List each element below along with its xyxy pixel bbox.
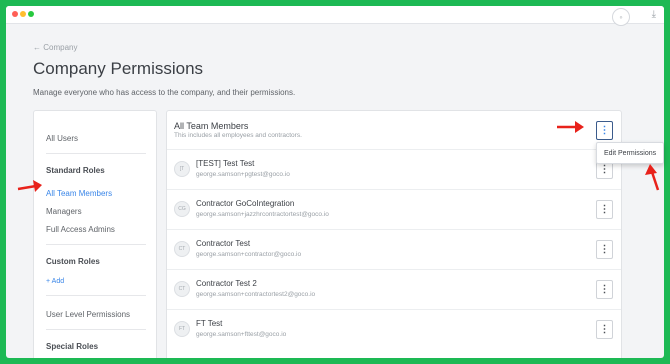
sidebar-item-managers[interactable]: Managers — [46, 207, 82, 216]
role-options-menu: Edit Permissions — [596, 142, 664, 164]
member-name: Contractor Test 2 — [196, 279, 257, 288]
member-row[interactable]: [T [TEST] Test Test george.samson+pgtest… — [167, 149, 621, 189]
avatar: FT — [174, 321, 190, 337]
member-options-button[interactable]: ⋮ — [596, 240, 613, 259]
avatar: CT — [174, 281, 190, 297]
standard-roles-heading: Standard Roles — [46, 166, 105, 175]
member-row[interactable]: CT Contractor Test george.samson+contrac… — [167, 229, 621, 269]
app-window: ◦ ⤓ ← Company Company Permissions Manage… — [6, 6, 664, 358]
member-email: george.samson+pgtest@goco.io — [196, 171, 290, 178]
sidebar-item-full-access-admins[interactable]: Full Access Admins — [46, 225, 115, 234]
custom-roles-heading: Custom Roles — [46, 257, 100, 266]
page-title: Company Permissions — [33, 59, 204, 78]
member-email: george.samson+contractortest2@goco.io — [196, 291, 316, 298]
member-name: Contractor Test — [196, 239, 251, 248]
download-icon[interactable]: ⤓ — [652, 9, 656, 20]
member-options-button[interactable]: ⋮ — [596, 320, 613, 339]
panel-title: All Team Members — [174, 121, 249, 131]
member-row[interactable]: CG Contractor GoCoIntegration george.sam… — [167, 189, 621, 229]
user-avatar-icon[interactable]: ◦ — [612, 8, 630, 26]
member-email: george.samson+fttest@goco.io — [196, 331, 287, 338]
member-name: Contractor GoCoIntegration — [196, 199, 295, 208]
divider — [46, 153, 146, 154]
member-row[interactable]: FT FT Test george.samson+fttest@goco.io … — [167, 309, 621, 349]
divider — [46, 329, 146, 330]
sidebar-item-user-level-permissions[interactable]: User Level Permissions — [46, 310, 130, 319]
back-link[interactable]: ← Company — [33, 43, 77, 52]
sidebar-item-all-users[interactable]: All Users — [46, 134, 78, 143]
member-name: FT Test — [196, 319, 223, 328]
member-email: george.samson+contractor@goco.io — [196, 251, 302, 258]
divider — [46, 295, 146, 296]
member-name: [TEST] Test Test — [196, 159, 255, 168]
add-custom-role-button[interactable]: + Add — [46, 278, 64, 285]
window-titlebar: ◦ ⤓ — [6, 6, 664, 26]
maximize-window-button[interactable] — [28, 11, 34, 17]
special-roles-heading: Special Roles — [46, 342, 99, 351]
member-options-button[interactable]: ⋮ — [596, 280, 613, 299]
panel-subtitle: This includes all employees and contract… — [174, 132, 302, 139]
members-panel: All Team Members This includes all emplo… — [166, 110, 622, 358]
divider — [46, 244, 146, 245]
avatar: CT — [174, 241, 190, 257]
minimize-window-button[interactable] — [20, 11, 26, 17]
edit-permissions-menu-item[interactable]: Edit Permissions — [604, 150, 656, 157]
member-options-button[interactable]: ⋮ — [596, 200, 613, 219]
sidebar-item-all-team-members[interactable]: All Team Members — [46, 189, 112, 198]
avatar: CG — [174, 201, 190, 217]
member-row[interactable]: CT Contractor Test 2 george.samson+contr… — [167, 269, 621, 309]
roles-sidebar: All Users Standard Roles All Team Member… — [33, 110, 157, 358]
member-email: george.samson+jazzhrcontractortest@goco.… — [196, 211, 329, 218]
avatar: [T — [174, 161, 190, 177]
close-window-button[interactable] — [12, 11, 18, 17]
page-subtitle: Manage everyone who has access to the co… — [33, 88, 296, 97]
role-options-button[interactable]: ⋮ — [596, 121, 613, 140]
